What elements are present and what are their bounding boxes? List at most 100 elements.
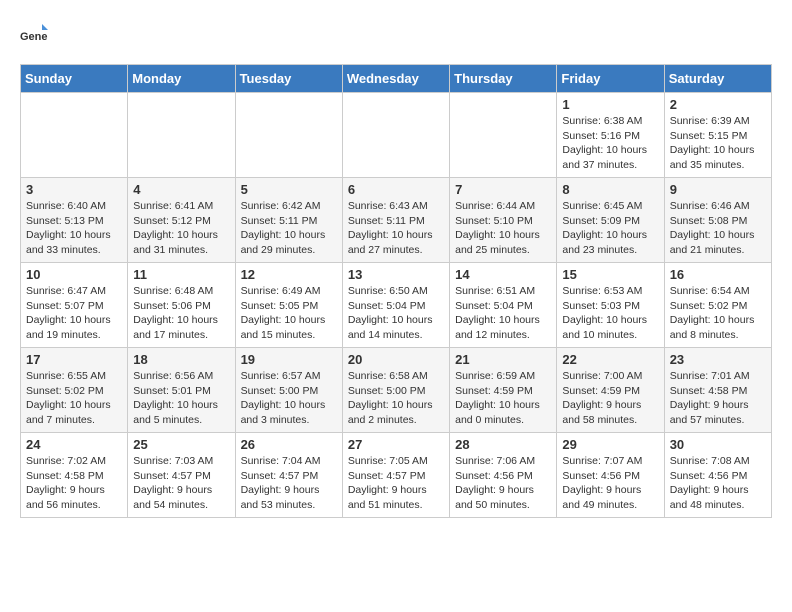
weekday-header-sunday: Sunday [21, 65, 128, 93]
day-number: 30 [670, 437, 766, 452]
day-cell: 25 Sunrise: 7:03 AM Sunset: 4:57 PM Dayli… [128, 433, 235, 518]
logo: General [20, 20, 52, 48]
day-number: 11 [133, 267, 229, 282]
week-row-2: 3 Sunrise: 6:40 AM Sunset: 5:13 PM Daylig… [21, 178, 772, 263]
day-number: 6 [348, 182, 444, 197]
day-info: Sunrise: 6:54 AM Sunset: 5:02 PM Dayligh… [670, 284, 766, 343]
day-cell: 2 Sunrise: 6:39 AM Sunset: 5:15 PM Daylig… [664, 93, 771, 178]
day-info: Sunrise: 6:46 AM Sunset: 5:08 PM Dayligh… [670, 199, 766, 258]
day-info: Sunrise: 7:01 AM Sunset: 4:58 PM Dayligh… [670, 369, 766, 428]
day-cell: 11 Sunrise: 6:48 AM Sunset: 5:06 PM Dayli… [128, 263, 235, 348]
day-cell: 10Sunrise: 6:47 AM Sunset: 5:07 PM Dayli… [21, 263, 128, 348]
day-info: Sunrise: 6:39 AM Sunset: 5:15 PM Dayligh… [670, 114, 766, 173]
day-info: Sunrise: 6:48 AM Sunset: 5:06 PM Dayligh… [133, 284, 229, 343]
day-cell [21, 93, 128, 178]
day-info: Sunrise: 7:08 AM Sunset: 4:56 PM Dayligh… [670, 454, 766, 513]
day-cell [128, 93, 235, 178]
day-cell: 28 Sunrise: 7:06 AM Sunset: 4:56 PM Dayli… [450, 433, 557, 518]
day-number: 21 [455, 352, 551, 367]
day-number: 26 [241, 437, 337, 452]
day-cell: 19 Sunrise: 6:57 AM Sunset: 5:00 PM Dayli… [235, 348, 342, 433]
day-cell: 29 Sunrise: 7:07 AM Sunset: 4:56 PM Dayli… [557, 433, 664, 518]
day-number: 3 [26, 182, 122, 197]
day-info: Sunrise: 6:45 AM Sunset: 5:09 PM Dayligh… [562, 199, 658, 258]
day-info: Sunrise: 7:00 AM Sunset: 4:59 PM Dayligh… [562, 369, 658, 428]
day-cell: 22Sunrise: 7:00 AM Sunset: 4:59 PM Dayli… [557, 348, 664, 433]
day-cell: 6 Sunrise: 6:43 AM Sunset: 5:11 PM Daylig… [342, 178, 449, 263]
day-info: Sunrise: 6:59 AM Sunset: 4:59 PM Dayligh… [455, 369, 551, 428]
week-row-3: 10Sunrise: 6:47 AM Sunset: 5:07 PM Dayli… [21, 263, 772, 348]
day-number: 2 [670, 97, 766, 112]
header: General [20, 20, 772, 48]
day-number: 1 [562, 97, 658, 112]
day-cell: 9 Sunrise: 6:46 AM Sunset: 5:08 PM Daylig… [664, 178, 771, 263]
day-cell: 20Sunrise: 6:58 AM Sunset: 5:00 PM Dayli… [342, 348, 449, 433]
day-info: Sunrise: 6:38 AM Sunset: 5:16 PM Dayligh… [562, 114, 658, 173]
day-info: Sunrise: 7:02 AM Sunset: 4:58 PM Dayligh… [26, 454, 122, 513]
calendar-table: SundayMondayTuesdayWednesdayThursdayFrid… [20, 64, 772, 518]
day-info: Sunrise: 6:42 AM Sunset: 5:11 PM Dayligh… [241, 199, 337, 258]
day-number: 29 [562, 437, 658, 452]
day-info: Sunrise: 6:58 AM Sunset: 5:00 PM Dayligh… [348, 369, 444, 428]
day-cell [450, 93, 557, 178]
day-cell: 21 Sunrise: 6:59 AM Sunset: 4:59 PM Dayli… [450, 348, 557, 433]
day-info: Sunrise: 6:50 AM Sunset: 5:04 PM Dayligh… [348, 284, 444, 343]
day-number: 12 [241, 267, 337, 282]
weekday-header-saturday: Saturday [664, 65, 771, 93]
day-cell: 1 Sunrise: 6:38 AM Sunset: 5:16 PM Daylig… [557, 93, 664, 178]
day-cell: 4Sunrise: 6:41 AM Sunset: 5:12 PM Daylig… [128, 178, 235, 263]
day-number: 15 [562, 267, 658, 282]
day-info: Sunrise: 6:53 AM Sunset: 5:03 PM Dayligh… [562, 284, 658, 343]
weekday-header-monday: Monday [128, 65, 235, 93]
day-info: Sunrise: 6:40 AM Sunset: 5:13 PM Dayligh… [26, 199, 122, 258]
day-info: Sunrise: 7:05 AM Sunset: 4:57 PM Dayligh… [348, 454, 444, 513]
weekday-header-wednesday: Wednesday [342, 65, 449, 93]
svg-text:General: General [20, 31, 48, 43]
day-cell: 3 Sunrise: 6:40 AM Sunset: 5:13 PM Daylig… [21, 178, 128, 263]
day-number: 24 [26, 437, 122, 452]
day-info: Sunrise: 6:49 AM Sunset: 5:05 PM Dayligh… [241, 284, 337, 343]
day-info: Sunrise: 7:06 AM Sunset: 4:56 PM Dayligh… [455, 454, 551, 513]
day-info: Sunrise: 6:41 AM Sunset: 5:12 PM Dayligh… [133, 199, 229, 258]
day-cell: 14 Sunrise: 6:51 AM Sunset: 5:04 PM Dayli… [450, 263, 557, 348]
week-row-4: 17Sunrise: 6:55 AM Sunset: 5:02 PM Dayli… [21, 348, 772, 433]
day-cell: 15 Sunrise: 6:53 AM Sunset: 5:03 PM Dayli… [557, 263, 664, 348]
day-info: Sunrise: 7:04 AM Sunset: 4:57 PM Dayligh… [241, 454, 337, 513]
day-cell: 17Sunrise: 6:55 AM Sunset: 5:02 PM Dayli… [21, 348, 128, 433]
day-cell: 24 Sunrise: 7:02 AM Sunset: 4:58 PM Dayli… [21, 433, 128, 518]
day-cell [235, 93, 342, 178]
day-number: 25 [133, 437, 229, 452]
day-number: 27 [348, 437, 444, 452]
weekday-header-friday: Friday [557, 65, 664, 93]
day-cell: 5Sunrise: 6:42 AM Sunset: 5:11 PM Daylig… [235, 178, 342, 263]
day-number: 14 [455, 267, 551, 282]
day-number: 9 [670, 182, 766, 197]
day-info: Sunrise: 7:03 AM Sunset: 4:57 PM Dayligh… [133, 454, 229, 513]
day-number: 7 [455, 182, 551, 197]
day-cell: 26 Sunrise: 7:04 AM Sunset: 4:57 PM Dayli… [235, 433, 342, 518]
day-number: 18 [133, 352, 229, 367]
weekday-header-tuesday: Tuesday [235, 65, 342, 93]
day-cell: 7 Sunrise: 6:44 AM Sunset: 5:10 PM Daylig… [450, 178, 557, 263]
day-info: Sunrise: 6:47 AM Sunset: 5:07 PM Dayligh… [26, 284, 122, 343]
day-number: 17 [26, 352, 122, 367]
day-number: 13 [348, 267, 444, 282]
day-info: Sunrise: 6:51 AM Sunset: 5:04 PM Dayligh… [455, 284, 551, 343]
day-number: 28 [455, 437, 551, 452]
day-cell: 8 Sunrise: 6:45 AM Sunset: 5:09 PM Daylig… [557, 178, 664, 263]
day-number: 8 [562, 182, 658, 197]
day-info: Sunrise: 6:44 AM Sunset: 5:10 PM Dayligh… [455, 199, 551, 258]
day-info: Sunrise: 6:57 AM Sunset: 5:00 PM Dayligh… [241, 369, 337, 428]
day-cell: 13 Sunrise: 6:50 AM Sunset: 5:04 PM Dayli… [342, 263, 449, 348]
day-number: 19 [241, 352, 337, 367]
day-cell: 30 Sunrise: 7:08 AM Sunset: 4:56 PM Dayli… [664, 433, 771, 518]
week-row-5: 24 Sunrise: 7:02 AM Sunset: 4:58 PM Dayli… [21, 433, 772, 518]
day-info: Sunrise: 6:43 AM Sunset: 5:11 PM Dayligh… [348, 199, 444, 258]
day-info: Sunrise: 7:07 AM Sunset: 4:56 PM Dayligh… [562, 454, 658, 513]
week-row-1: 1 Sunrise: 6:38 AM Sunset: 5:16 PM Daylig… [21, 93, 772, 178]
day-cell: 27 Sunrise: 7:05 AM Sunset: 4:57 PM Dayli… [342, 433, 449, 518]
weekday-header-row: SundayMondayTuesdayWednesdayThursdayFrid… [21, 65, 772, 93]
weekday-header-thursday: Thursday [450, 65, 557, 93]
logo-icon: General [20, 20, 48, 48]
day-cell: 18Sunrise: 6:56 AM Sunset: 5:01 PM Dayli… [128, 348, 235, 433]
